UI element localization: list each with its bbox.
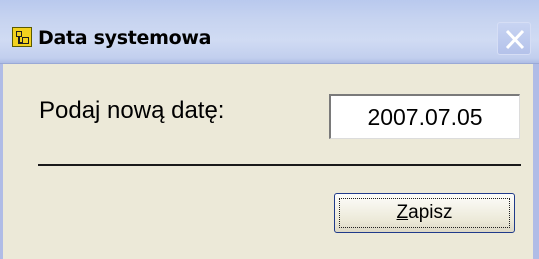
save-button-label: Zapisz bbox=[335, 202, 514, 224]
window-border-right bbox=[533, 64, 539, 259]
window-title: Data systemowa bbox=[38, 27, 212, 49]
date-prompt-label: Podaj nową datę: bbox=[39, 97, 225, 124]
title-bar[interactable]: Data systemowa bbox=[0, 0, 539, 64]
save-accelerator: Z bbox=[396, 202, 409, 223]
close-button[interactable] bbox=[497, 22, 531, 55]
save-button[interactable]: Zapisz bbox=[334, 193, 515, 233]
app-icon bbox=[12, 27, 32, 47]
save-label-rest: apisz bbox=[408, 202, 453, 223]
divider bbox=[38, 164, 521, 166]
dialog-window: Data systemowa Podaj nową datę: Zapisz bbox=[0, 0, 539, 259]
close-icon bbox=[505, 29, 525, 50]
window-border-left bbox=[0, 64, 3, 259]
date-input[interactable] bbox=[329, 94, 520, 139]
